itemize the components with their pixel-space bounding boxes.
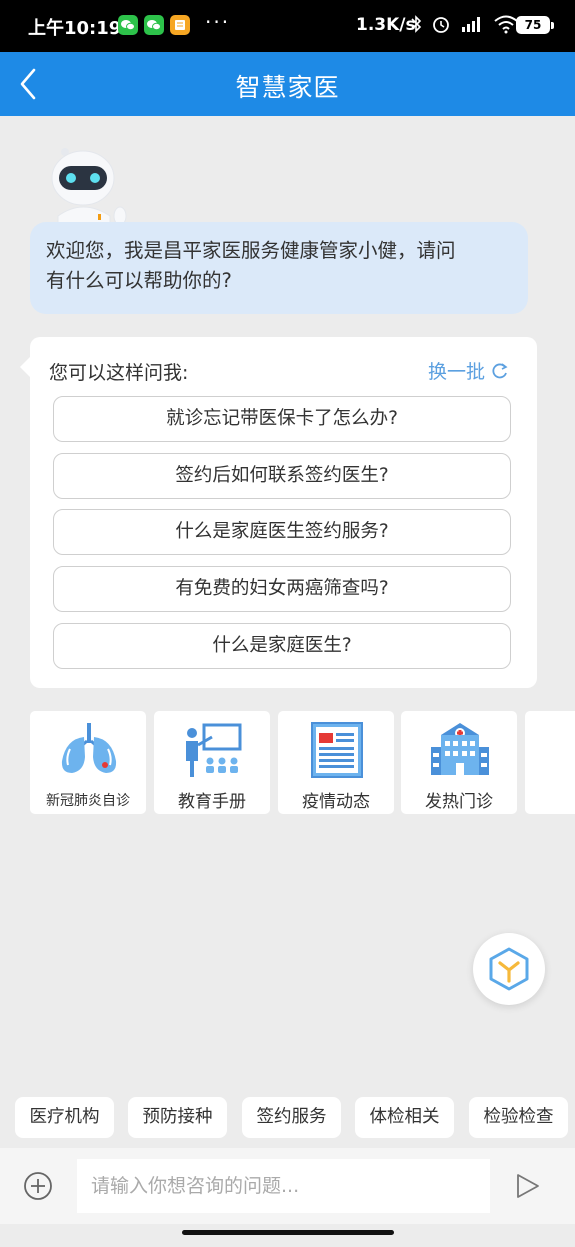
lungs-icon xyxy=(61,723,117,773)
chip-lab-tests[interactable]: 检验检查 xyxy=(469,1097,568,1138)
system-icons xyxy=(410,14,519,34)
page-title: 智慧家医 xyxy=(235,73,340,102)
floating-assistant-button[interactable] xyxy=(473,933,545,1005)
notification-icons xyxy=(118,15,190,35)
tile-label: 发热门诊 xyxy=(425,792,493,812)
tile-label: 新冠肺炎自诊 xyxy=(46,793,130,809)
tile-more-partial[interactable] xyxy=(525,711,575,814)
hospital-icon xyxy=(431,723,489,775)
alarm-icon xyxy=(433,17,449,33)
refresh-icon xyxy=(492,362,508,378)
network-speed: 1.3K/s xyxy=(356,15,416,35)
signal-icon xyxy=(462,17,480,32)
refresh-label: 换一批 xyxy=(427,361,485,383)
suggested-questions-card: 您可以这样问我: 换一批 就诊忘记带医保卡了怎么办? 签约后如何联系签约医生? … xyxy=(20,337,537,688)
suggestions-title: 您可以这样问我: xyxy=(49,362,189,384)
message-input-bar xyxy=(0,1148,575,1224)
quick-service-tiles: 新冠肺炎自诊 教育手册 疫情动态 发热门诊 xyxy=(30,711,575,814)
chip-physical-exam[interactable]: 体检相关 xyxy=(355,1097,454,1138)
refresh-suggestions-button[interactable]: 换一批 xyxy=(428,357,509,384)
more-notifications-icon: ··· xyxy=(205,10,231,34)
home-indicator xyxy=(182,1230,394,1235)
tile-fever-clinic[interactable]: 发热门诊 xyxy=(401,711,517,814)
teacher-icon xyxy=(186,723,242,777)
tile-education-handbook[interactable]: 教育手册 xyxy=(154,711,270,814)
chip-vaccination[interactable]: 预防接种 xyxy=(128,1097,227,1138)
question-input[interactable] xyxy=(77,1159,490,1213)
add-attachment-button[interactable] xyxy=(22,1170,54,1202)
status-bar: 上午10:19 ··· 1.3K/s 75 xyxy=(0,0,575,52)
suggested-question[interactable]: 就诊忘记带医保卡了怎么办? xyxy=(53,396,511,442)
welcome-text-line2: 有什么可以帮助你的? xyxy=(46,269,232,292)
welcome-text-line1: 欢迎您，我是昌平家医服务健康管家小健，请问 xyxy=(46,239,456,262)
quick-topic-chips: 医疗机构 预防接种 签约服务 体检相关 检验检查 xyxy=(0,1097,575,1139)
tile-covid-self-check[interactable]: 新冠肺炎自诊 xyxy=(30,711,146,814)
notes-icon xyxy=(170,15,190,35)
send-icon xyxy=(517,1174,539,1198)
status-time: 上午10:19 xyxy=(28,18,122,39)
cube-icon xyxy=(489,947,529,991)
robot-avatar xyxy=(48,146,128,229)
welcome-message-bubble: 欢迎您，我是昌平家医服务健康管家小健，请问 有什么可以帮助你的? xyxy=(30,222,528,314)
newspaper-icon xyxy=(311,722,363,778)
bluetooth-icon xyxy=(411,15,422,33)
suggested-question[interactable]: 有免费的妇女两癌筛查吗? xyxy=(53,566,511,612)
wechat-icon xyxy=(118,15,138,35)
chip-medical-institutions[interactable]: 医疗机构 xyxy=(15,1097,114,1138)
chip-signing-service[interactable]: 签约服务 xyxy=(242,1097,341,1138)
wechat-icon xyxy=(144,15,164,35)
suggested-question[interactable]: 签约后如何联系签约医生? xyxy=(53,453,511,499)
suggested-question[interactable]: 什么是家庭医生签约服务? xyxy=(53,509,511,555)
tile-label: 疫情动态 xyxy=(302,792,370,812)
tile-epidemic-news[interactable]: 疫情动态 xyxy=(278,711,394,814)
suggested-question[interactable]: 什么是家庭医生? xyxy=(53,623,511,669)
app-header: 智慧家医 xyxy=(0,52,575,116)
send-button[interactable] xyxy=(512,1170,542,1202)
plus-circle-icon xyxy=(24,1172,52,1200)
battery-indicator: 75 xyxy=(516,16,554,34)
tile-label: 教育手册 xyxy=(178,792,246,812)
